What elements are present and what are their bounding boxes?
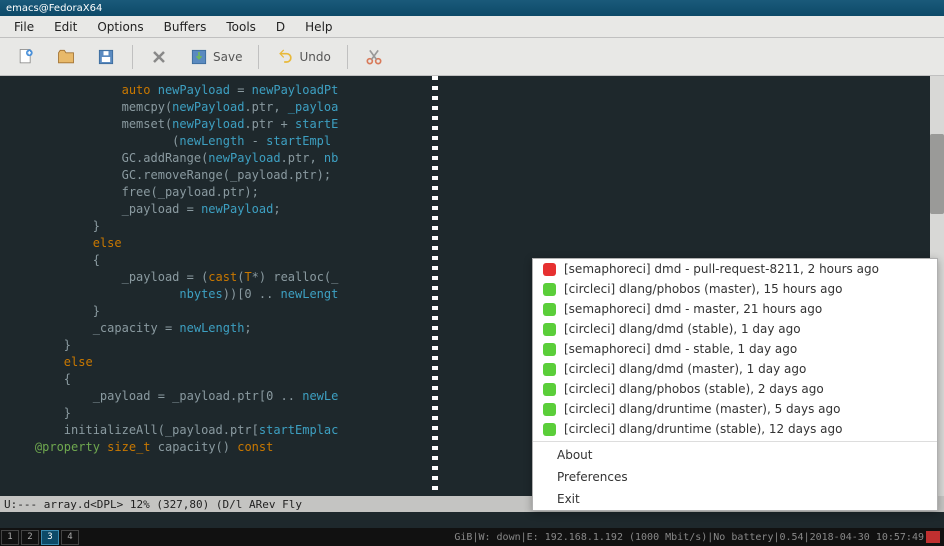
ci-item-label: [circleci] dlang/phobos (master), 15 hou… [564, 282, 842, 296]
close-x-icon [149, 47, 169, 67]
ci-item-label: [semaphoreci] dmd - master, 21 hours ago [564, 302, 822, 316]
folder-icon [56, 47, 76, 67]
menu-edit[interactable]: Edit [44, 18, 87, 36]
popup-menu-preferences[interactable]: Preferences [533, 466, 937, 488]
code-pane-left[interactable]: auto newPayload = newPayloadPt memcpy(ne… [0, 76, 432, 496]
new-file-icon [16, 47, 36, 67]
ci-item-label: [circleci] dlang/druntime (master), 5 da… [564, 402, 841, 416]
popup-menu-about[interactable]: About [533, 444, 937, 466]
ci-item-label: [semaphoreci] dmd - pull-request-8211, 2… [564, 262, 879, 276]
scrollbar-thumb[interactable] [930, 134, 944, 214]
ci-status-item[interactable]: [circleci] dlang/dmd (stable), 1 day ago [533, 319, 937, 339]
undo-button[interactable]: Undo [267, 43, 338, 71]
menu-options[interactable]: Options [87, 18, 153, 36]
menubar: File Edit Options Buffers Tools D Help [0, 16, 944, 38]
toolbar: Save Undo [0, 38, 944, 76]
toolbar-separator [132, 45, 133, 69]
ci-status-item[interactable]: [circleci] dlang/phobos (stable), 2 days… [533, 379, 937, 399]
toolbar-separator [347, 45, 348, 69]
popup-separator [533, 441, 937, 442]
menu-buffers[interactable]: Buffers [154, 18, 217, 36]
save-button[interactable]: Save [181, 43, 250, 71]
close-button[interactable] [141, 43, 177, 71]
minibuffer[interactable] [0, 512, 944, 528]
taskbar-indicator-icon[interactable] [926, 531, 940, 543]
save-disk-icon [96, 47, 116, 67]
ci-status-popup: [semaphoreci] dmd - pull-request-8211, 2… [532, 258, 938, 511]
new-file-button[interactable] [8, 43, 44, 71]
ci-item-label: [circleci] dlang/druntime (stable), 12 d… [564, 422, 842, 436]
ci-status-item[interactable]: [circleci] dlang/druntime (stable), 12 d… [533, 419, 937, 439]
undo-icon [275, 47, 295, 67]
menu-file[interactable]: File [4, 18, 44, 36]
menu-help[interactable]: Help [295, 18, 342, 36]
ci-status-item[interactable]: [circleci] dlang/druntime (master), 5 da… [533, 399, 937, 419]
menu-tools[interactable]: Tools [216, 18, 266, 36]
status-pass-icon [543, 403, 556, 416]
workspace-2[interactable]: 2 [21, 530, 39, 545]
modeline-text: U:--- array.d<DPL> 12% (327,80) (D/l ARe… [4, 498, 302, 511]
ci-item-label: [semaphoreci] dmd - stable, 1 day ago [564, 342, 797, 356]
status-pass-icon [543, 283, 556, 296]
status-pass-icon [543, 343, 556, 356]
status-pass-icon [543, 423, 556, 436]
cut-button[interactable] [356, 43, 392, 71]
status-fail-icon [543, 263, 556, 276]
status-pass-icon [543, 323, 556, 336]
status-pass-icon [543, 363, 556, 376]
workspace-1[interactable]: 1 [1, 530, 19, 545]
save-arrow-icon [189, 47, 209, 67]
taskbar-status: GiB|W: down|E: 192.168.1.192 (1000 Mbit/… [454, 531, 944, 543]
window-titlebar: emacs@FedoraX64 [0, 0, 944, 16]
ci-status-item[interactable]: [semaphoreci] dmd - pull-request-8211, 2… [533, 259, 937, 279]
scissors-icon [364, 47, 384, 67]
window-title: emacs@FedoraX64 [6, 3, 102, 14]
ci-status-item[interactable]: [semaphoreci] dmd - master, 21 hours ago [533, 299, 937, 319]
taskbar-status-text: GiB|W: down|E: 192.168.1.192 (1000 Mbit/… [454, 532, 924, 543]
workspace-switcher: 1234 [0, 530, 80, 545]
status-pass-icon [543, 383, 556, 396]
code-content: auto newPayload = newPayloadPt memcpy(ne… [0, 82, 432, 456]
status-pass-icon [543, 303, 556, 316]
ci-status-item[interactable]: [semaphoreci] dmd - stable, 1 day ago [533, 339, 937, 359]
ci-item-label: [circleci] dlang/dmd (stable), 1 day ago [564, 322, 801, 336]
ci-status-item[interactable]: [circleci] dlang/phobos (master), 15 hou… [533, 279, 937, 299]
ci-status-item[interactable]: [circleci] dlang/dmd (master), 1 day ago [533, 359, 937, 379]
save-file-button[interactable] [88, 43, 124, 71]
workspace-3[interactable]: 3 [41, 530, 59, 545]
workspace-4[interactable]: 4 [61, 530, 79, 545]
popup-menu-exit[interactable]: Exit [533, 488, 937, 510]
taskbar: 1234 GiB|W: down|E: 192.168.1.192 (1000 … [0, 528, 944, 546]
undo-label: Undo [299, 50, 330, 64]
ci-item-label: [circleci] dlang/phobos (stable), 2 days… [564, 382, 824, 396]
ci-item-label: [circleci] dlang/dmd (master), 1 day ago [564, 362, 806, 376]
save-label: Save [213, 50, 242, 64]
menu-d[interactable]: D [266, 18, 295, 36]
toolbar-separator [258, 45, 259, 69]
open-file-button[interactable] [48, 43, 84, 71]
